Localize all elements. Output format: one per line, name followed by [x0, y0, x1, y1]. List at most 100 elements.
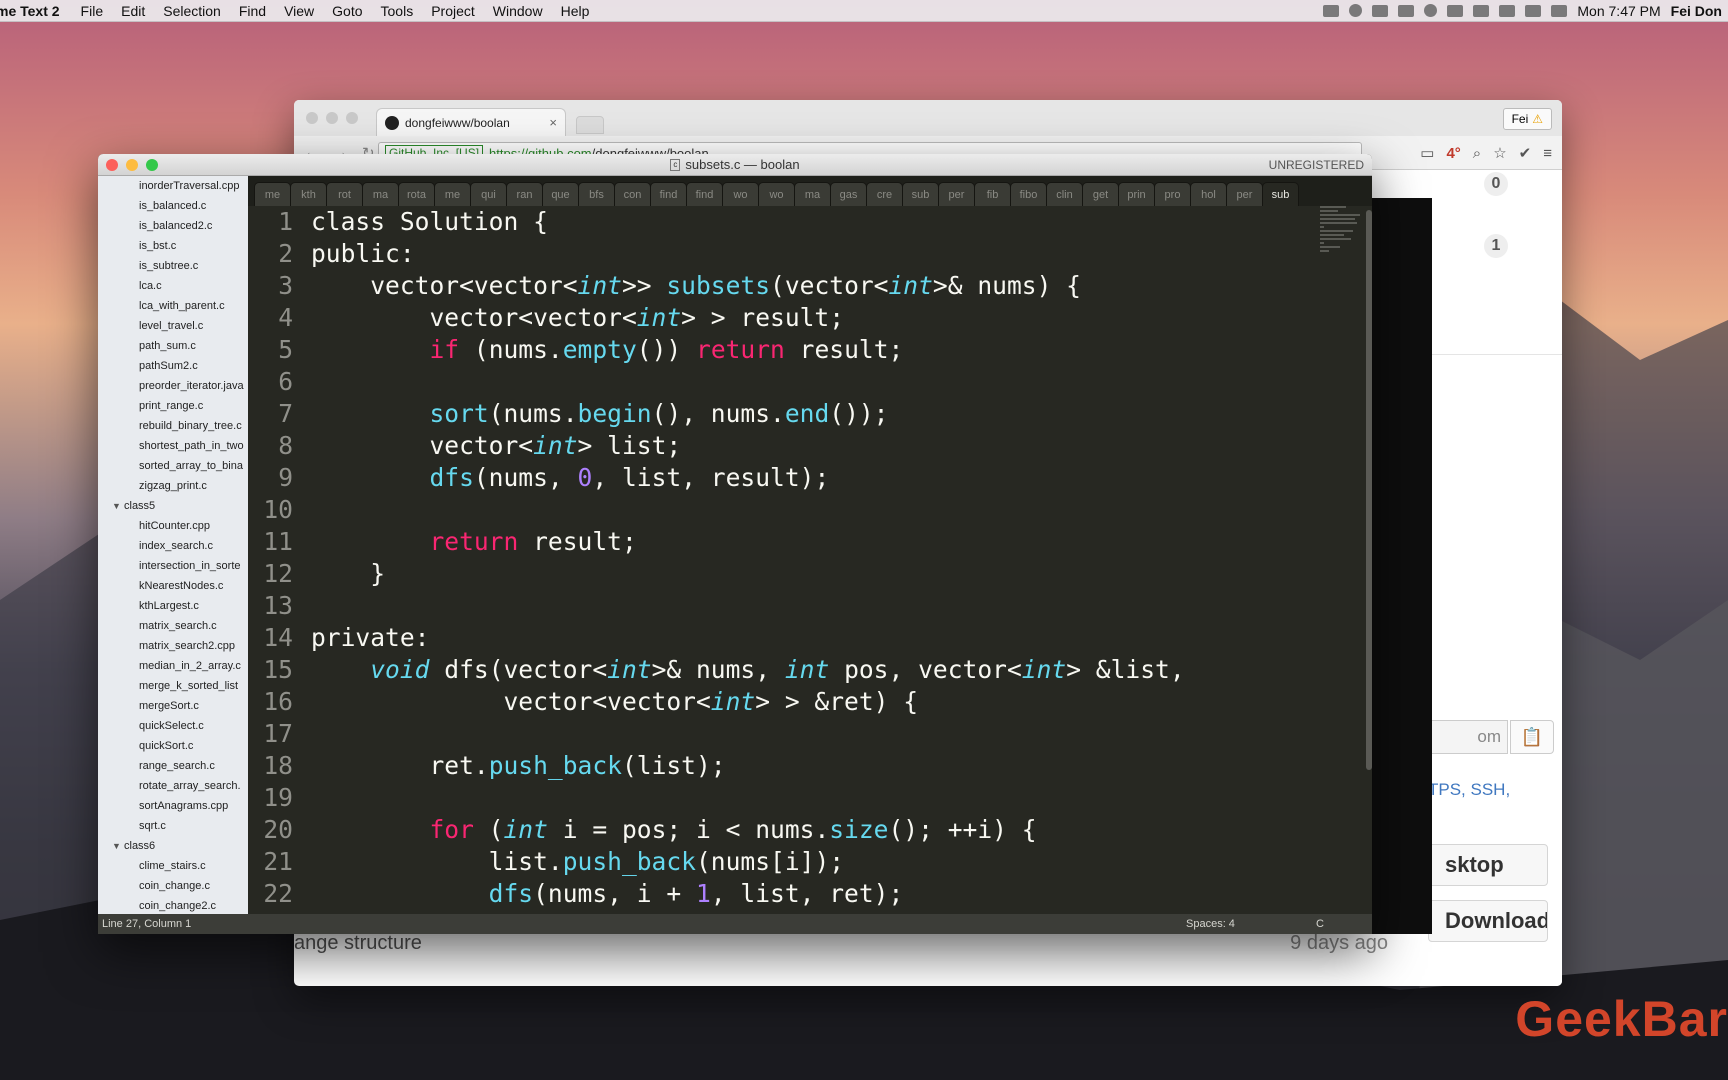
file-tab[interactable]: wo: [758, 182, 795, 206]
file-tab[interactable]: bfs: [578, 182, 615, 206]
file-tab[interactable]: hol: [1190, 182, 1227, 206]
sidebar-folder[interactable]: ▼ class6: [98, 836, 248, 856]
sidebar-file[interactable]: matrix_search2.cpp: [98, 636, 248, 656]
screen-record-icon[interactable]: [1323, 4, 1340, 17]
sidebar-file[interactable]: lca_with_parent.c: [98, 296, 248, 316]
menu-tools[interactable]: Tools: [372, 3, 423, 19]
airplay-icon[interactable]: [1398, 4, 1415, 17]
file-tab[interactable]: ma: [794, 182, 831, 206]
menu-window[interactable]: Window: [484, 3, 552, 19]
menu-hamburger-icon[interactable]: ≡: [1543, 145, 1552, 162]
sidebar-file[interactable]: mergeSort.c: [98, 696, 248, 716]
file-tab[interactable]: ran: [506, 182, 543, 206]
sidebar-file[interactable]: zigzag_print.c: [98, 476, 248, 496]
sidebar-file[interactable]: preorder_iterator.java: [98, 376, 248, 396]
vertical-scrollbar[interactable]: [1366, 210, 1372, 770]
minimap[interactable]: [1320, 206, 1364, 266]
sidebar-file[interactable]: hitCounter.cpp: [98, 516, 248, 536]
extension-icon[interactable]: ✔: [1519, 144, 1532, 162]
file-tab[interactable]: wo: [722, 182, 759, 206]
sidebar-file[interactable]: merge_k_sorted_list: [98, 676, 248, 696]
sidebar-file[interactable]: range_search.c: [98, 756, 248, 776]
sidebar-file[interactable]: clime_stairs.c: [98, 856, 248, 876]
sidebar-file[interactable]: path_sum.c: [98, 336, 248, 356]
menu-edit[interactable]: Edit: [112, 3, 154, 19]
file-tab[interactable]: rot: [326, 182, 363, 206]
indentation-setting[interactable]: Spaces: 4: [1186, 918, 1235, 930]
code-area[interactable]: 1 class Solution {2 public: 3 vector<vector…: [248, 206, 1318, 914]
sidebar-file[interactable]: level_travel.c: [98, 316, 248, 336]
menu-view[interactable]: View: [275, 3, 323, 19]
bookmark-star-icon[interactable]: ☆: [1493, 144, 1506, 162]
zoom-button[interactable]: [346, 112, 358, 124]
app-menu[interactable]: me Text 2: [0, 3, 72, 19]
sidebar-file[interactable]: pathSum2.c: [98, 356, 248, 376]
bluetooth-icon[interactable]: [1447, 4, 1464, 17]
file-tab[interactable]: me: [434, 182, 471, 206]
sidebar-file[interactable]: median_in_2_array.c: [98, 656, 248, 676]
sidebar-file[interactable]: sortAnagrams.cpp: [98, 796, 248, 816]
battery-icon[interactable]: [1551, 4, 1568, 17]
file-tab[interactable]: find: [650, 182, 687, 206]
clone-url-input[interactable]: om: [1428, 720, 1508, 754]
file-tab[interactable]: sub: [902, 182, 939, 206]
wifi-icon[interactable]: [1473, 4, 1490, 17]
menubar-clock[interactable]: Mon 7:47 PM: [1577, 3, 1660, 19]
file-tab[interactable]: sub: [1262, 182, 1299, 206]
clone-protocols[interactable]: TPS, SSH,: [1428, 780, 1510, 800]
menu-goto[interactable]: Goto: [323, 3, 371, 19]
file-tab[interactable]: rota: [398, 182, 435, 206]
dropbox-icon[interactable]: [1372, 4, 1389, 17]
sidebar-file[interactable]: matrix_search.c: [98, 616, 248, 636]
file-tab[interactable]: que: [542, 182, 579, 206]
sidebar-file[interactable]: kNearestNodes.c: [98, 576, 248, 596]
close-button[interactable]: [106, 159, 118, 171]
weather-temp[interactable]: 4°: [1446, 145, 1460, 162]
sidebar-file[interactable]: rebuild_binary_tree.c: [98, 416, 248, 436]
watch-count[interactable]: 0: [1484, 172, 1508, 196]
copy-clipboard-button[interactable]: 📋: [1510, 720, 1554, 754]
menu-file[interactable]: File: [72, 3, 113, 19]
download-zip-button[interactable]: Download ZIP: [1428, 900, 1548, 942]
sidebar-file[interactable]: coin_change.c: [98, 876, 248, 896]
sidebar-folder[interactable]: ▼ class5: [98, 496, 248, 516]
sidebar-file[interactable]: is_subtree.c: [98, 256, 248, 276]
file-tab[interactable]: prin: [1118, 182, 1155, 206]
tab-close-icon[interactable]: ×: [549, 115, 557, 130]
minimize-button[interactable]: [326, 112, 338, 124]
file-tab[interactable]: find: [686, 182, 723, 206]
file-tab[interactable]: qui: [470, 182, 507, 206]
file-tab[interactable]: cre: [866, 182, 903, 206]
sidebar-file[interactable]: intersection_in_sorte: [98, 556, 248, 576]
syntax-setting[interactable]: C: [1316, 918, 1324, 930]
browser-tab[interactable]: dongfeiwww/boolan ×: [376, 108, 566, 136]
zoom-icon[interactable]: ⌕: [1473, 145, 1481, 162]
sidebar-file[interactable]: sorted_array_to_bina: [98, 456, 248, 476]
sidebar-file[interactable]: print_range.c: [98, 396, 248, 416]
flag-us-icon[interactable]: [1525, 4, 1542, 17]
file-tab[interactable]: fib: [974, 182, 1011, 206]
sidebar-file[interactable]: index_search.c: [98, 536, 248, 556]
file-tab[interactable]: con: [614, 182, 651, 206]
close-button[interactable]: [306, 112, 318, 124]
star-count[interactable]: 1: [1484, 234, 1508, 258]
open-in-desktop-button[interactable]: sktop: [1428, 844, 1548, 886]
file-tab[interactable]: gas: [830, 182, 867, 206]
file-tab[interactable]: me: [254, 182, 291, 206]
disclosure-triangle-icon[interactable]: ▼: [112, 496, 124, 516]
menu-project[interactable]: Project: [422, 3, 484, 19]
profile-button[interactable]: Fei ⚠: [1502, 108, 1552, 130]
time-machine-icon[interactable]: [1424, 4, 1438, 17]
sidebar-file[interactable]: rotate_array_search.: [98, 776, 248, 796]
file-tab[interactable]: kth: [290, 182, 327, 206]
sidebar-file[interactable]: shortest_path_in_two: [98, 436, 248, 456]
sidebar-file[interactable]: sqrt.c: [98, 816, 248, 836]
sidebar-file[interactable]: quickSort.c: [98, 736, 248, 756]
menu-find[interactable]: Find: [230, 3, 275, 19]
commit-message[interactable]: ange structure: [294, 932, 422, 955]
sidebar-file[interactable]: kthLargest.c: [98, 596, 248, 616]
sidebar-file[interactable]: is_balanced.c: [98, 196, 248, 216]
menubar-user[interactable]: Fei Don: [1671, 3, 1722, 19]
sidebar-file[interactable]: is_balanced2.c: [98, 216, 248, 236]
sidebar-file[interactable]: is_bst.c: [98, 236, 248, 256]
